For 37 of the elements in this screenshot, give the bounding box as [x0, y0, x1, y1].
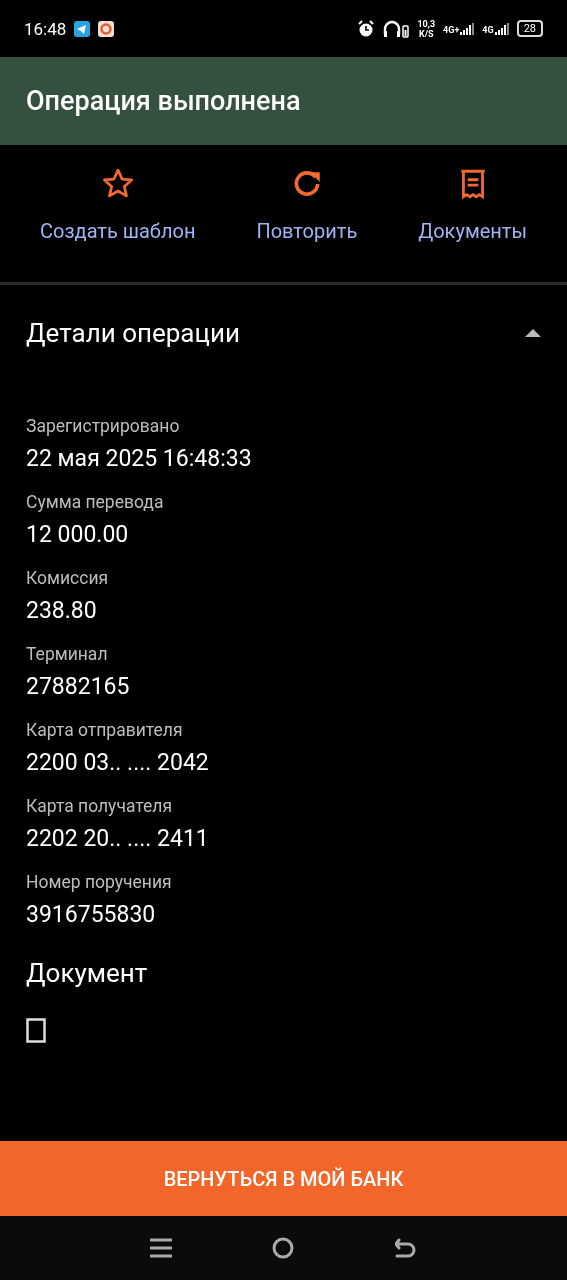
speed-unit: K/S — [418, 28, 434, 39]
field-value: 2200 03.. .... 2042 — [26, 749, 210, 776]
messenger-app-icon — [74, 20, 91, 37]
network-speed: 10,3 — [417, 18, 436, 29]
field-label: Комиссия — [26, 568, 110, 588]
caret-icon[interactable] — [525, 328, 541, 337]
signal-icon — [494, 22, 509, 35]
field-label: Карта отправителя — [26, 720, 184, 740]
clock-time: 16:48 — [24, 18, 67, 39]
field-value: 12 000.00 — [26, 521, 130, 548]
document-icon — [26, 1018, 46, 1043]
field-label: Сумма перевода — [26, 492, 165, 512]
back-icon — [394, 1238, 417, 1258]
network-type: 4G+ — [443, 24, 460, 35]
battery-level: 28 — [516, 20, 543, 37]
field-label: Номер поручения — [26, 872, 173, 892]
action-button[interactable]: Повторить — [256, 167, 358, 282]
home-icon — [272, 1237, 295, 1259]
field-value: 22 мая 2025 16:48:33 — [26, 445, 253, 472]
action-button[interactable]: Создать шаблон — [40, 167, 196, 282]
field-label: Зарегистрировано — [26, 416, 181, 436]
section-title: Документ — [26, 958, 149, 988]
headphones-battery-icon — [383, 19, 410, 38]
signal-icon — [460, 22, 475, 35]
field-value: 2202 20.. .... 2411 — [26, 825, 210, 852]
field-value: 27882165 — [26, 673, 131, 700]
network-type: 4G — [482, 24, 494, 35]
menu-icon — [150, 1238, 173, 1258]
field-value: 238.80 — [26, 597, 98, 624]
section-title: Детали операции — [26, 317, 240, 348]
action-button[interactable]: Документы — [418, 167, 527, 282]
alarm-clock-icon — [357, 19, 376, 38]
field-value: 3916755830 — [26, 901, 157, 928]
screen-title: Операция выполнена — [26, 85, 301, 117]
ring-app-icon — [98, 20, 115, 37]
field-label: Терминал — [26, 644, 109, 664]
field-label: Карта получателя — [26, 796, 174, 816]
